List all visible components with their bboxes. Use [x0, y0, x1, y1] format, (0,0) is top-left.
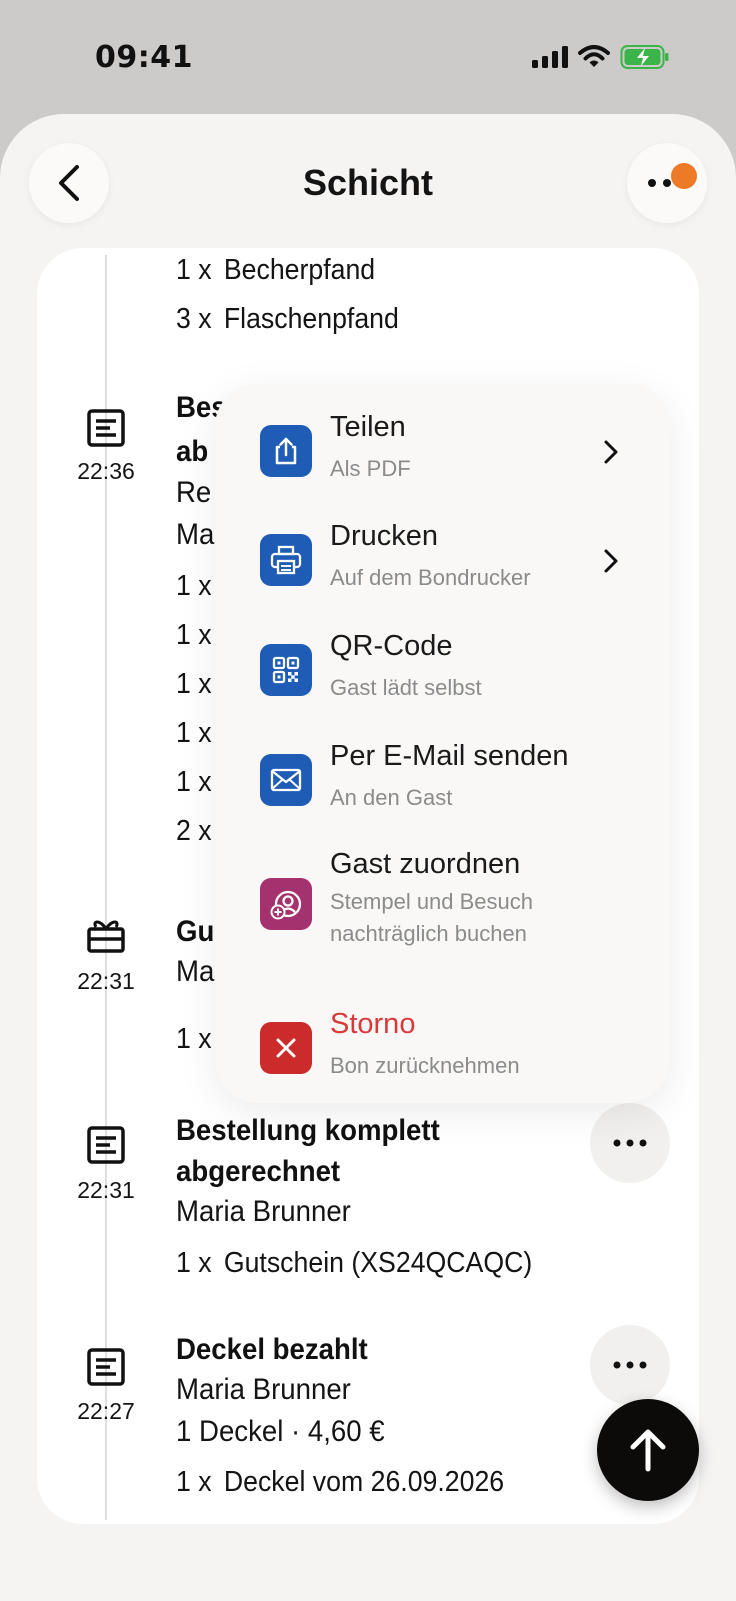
menu-item-assign-guest[interactable]: Gast zuordnen Stempel und Besuch nachträ… — [215, 848, 670, 978]
event-subtitle: Re — [176, 476, 212, 509]
event-more-button[interactable] — [590, 1103, 670, 1183]
battery-charging-icon — [620, 45, 669, 69]
menu-sublabel: Bon zurücknehmen — [330, 1053, 520, 1078]
cancel-icon — [260, 1022, 312, 1074]
receipt-icon — [87, 1126, 125, 1164]
event-subtitle: Ma — [176, 518, 215, 551]
menu-sublabel: Stempel und Besuch nachträglich buchen — [330, 889, 534, 946]
menu-item-cancel[interactable]: Storno Bon zurücknehmen — [215, 1008, 670, 1108]
event-title: Bestellung komplett — [176, 1114, 440, 1147]
event-time: 22:27 — [77, 1398, 135, 1424]
share-icon — [260, 425, 312, 477]
event-more-button[interactable] — [590, 1325, 670, 1405]
printer-icon — [260, 534, 312, 586]
line-item: 1 x Becherpfand — [176, 254, 376, 286]
event-title: abgerechnet — [176, 1155, 341, 1188]
menu-sublabel: Als PDF — [330, 456, 411, 481]
event-time: 22:31 — [77, 968, 135, 994]
notification-dot — [671, 163, 697, 189]
qr-code-icon — [260, 644, 312, 696]
menu-sublabel: Gast lädt selbst — [330, 675, 482, 700]
menu-item-email[interactable]: Per E-Mail senden An den Gast — [215, 740, 670, 840]
mail-icon — [260, 754, 312, 806]
status-icons — [532, 44, 670, 70]
more-icon — [613, 1139, 647, 1147]
line-item-qty: 1 x — [176, 766, 212, 798]
event-subtitle: Ma — [176, 955, 215, 988]
event-time: 22:36 — [77, 458, 135, 484]
status-bar: 09:41 — [0, 0, 736, 112]
menu-label: Teilen — [330, 411, 406, 443]
menu-item-print[interactable]: Drucken Auf dem Bondrucker — [215, 520, 670, 620]
line-item: 1 x Gutschein (XS24QCAQC) — [176, 1247, 533, 1279]
event-summary: 1 Deckel · 4,60 € — [176, 1415, 385, 1448]
guest-add-icon — [260, 878, 312, 930]
chevron-right-icon — [604, 549, 618, 573]
chevron-right-icon — [604, 440, 618, 464]
scroll-to-top-button[interactable] — [597, 1399, 699, 1501]
line-item-qty: 1 x — [176, 570, 212, 602]
line-item-qty: 2 x — [176, 815, 212, 847]
menu-label: Gast zuordnen — [330, 848, 521, 880]
line-item: 1 x Deckel vom 26.09.2026 — [176, 1466, 505, 1498]
line-item-qty: 1 x — [176, 1023, 212, 1055]
page-title: Schicht — [302, 162, 434, 203]
more-options-button[interactable] — [627, 143, 707, 223]
more-icon — [613, 1361, 647, 1369]
receipt-icon — [87, 1348, 125, 1386]
menu-sublabel: Auf dem Bondrucker — [330, 565, 531, 590]
wifi-icon — [578, 45, 610, 67]
menu-label: Per E-Mail senden — [330, 740, 569, 772]
line-item-qty: 1 x — [176, 619, 212, 651]
event-title: Deckel bezahlt — [176, 1333, 368, 1366]
menu-sublabel: An den Gast — [330, 785, 453, 810]
context-menu: Teilen Als PDF Drucken Auf dem Bondrucke… — [215, 383, 670, 1103]
event-title: Gu — [176, 915, 215, 948]
event-person: Maria Brunner — [176, 1373, 351, 1406]
cellular-signal-icon — [532, 46, 568, 68]
menu-item-share[interactable]: Teilen Als PDF — [215, 411, 670, 511]
arrow-up-icon — [630, 1429, 666, 1472]
line-item-qty: 1 x — [176, 668, 212, 700]
gift-voucher-icon — [87, 920, 125, 953]
line-item-qty: 1 x — [176, 717, 212, 749]
receipt-icon — [87, 409, 125, 447]
menu-label: Storno — [330, 1008, 416, 1040]
event-time: 22:31 — [77, 1177, 135, 1203]
menu-item-qr-code[interactable]: QR-Code Gast lädt selbst — [215, 630, 670, 730]
event-title: ab — [176, 435, 209, 468]
menu-label: Drucken — [330, 520, 438, 552]
line-item: 3 x Flaschenpfand — [176, 303, 399, 335]
status-time: 09:41 — [95, 40, 193, 75]
menu-label: QR-Code — [330, 630, 453, 662]
event-person: Maria Brunner — [176, 1195, 351, 1228]
